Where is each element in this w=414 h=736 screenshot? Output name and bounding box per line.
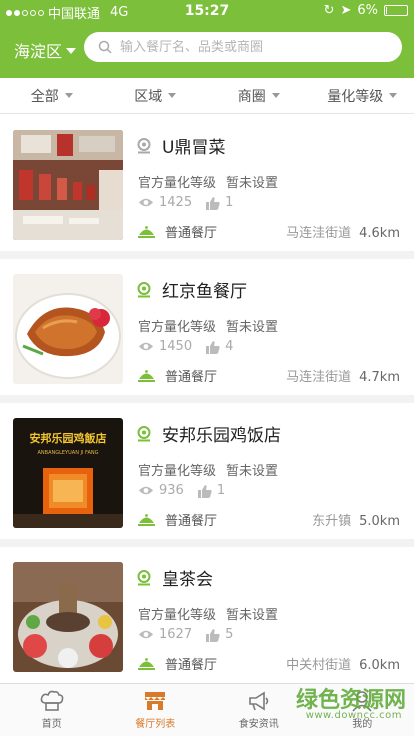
view-count: 1627 xyxy=(159,627,193,642)
thumbs-up-icon xyxy=(206,628,220,642)
restaurant-name: 安邦乐园鸡饭店 xyxy=(162,426,281,446)
grade-label: 官方量化等级 xyxy=(138,608,217,623)
thumbs-up-icon xyxy=(197,484,212,498)
megaphone-icon xyxy=(248,691,269,711)
chevron-down-icon xyxy=(271,93,280,98)
restaurant-list-item[interactable]: 红京鱼餐厅 官方量化等级 暂未设置 1450 4 普通餐厅 马连洼街道 4.7km xyxy=(0,259,414,395)
restaurant-pin-icon xyxy=(137,281,151,297)
restaurant-pin-icon xyxy=(137,137,151,153)
eye-icon xyxy=(139,486,153,495)
thumbs-up-icon xyxy=(206,340,220,354)
bottom-tab-bar: 首页 餐厅列表 食安资讯 我的 xyxy=(0,683,414,736)
rotation-lock-icon: ↻ xyxy=(323,3,335,18)
eye-icon xyxy=(139,198,153,207)
view-count: 1450 xyxy=(159,339,193,354)
shop-sign-subtitle: ANBANGLEYUAN JI FANG xyxy=(37,450,98,456)
filter-label: 全部 xyxy=(30,88,59,105)
filter-bar: 全部 区域 商圈 量化等级 xyxy=(0,78,414,114)
filter-all[interactable]: 全部 xyxy=(0,86,104,106)
restaurant-photo xyxy=(13,562,123,672)
eye-icon xyxy=(139,342,153,351)
grade-value: 暂未设置 xyxy=(226,176,279,191)
grade-label: 官方量化等级 xyxy=(138,464,217,479)
grade-label: 官方量化等级 xyxy=(138,176,217,191)
like-count: 5 xyxy=(225,627,234,642)
tab-home[interactable]: 首页 xyxy=(0,684,104,736)
dish-cover-icon xyxy=(138,370,155,382)
thumbs-up-icon xyxy=(206,196,220,210)
restaurant-photo xyxy=(13,274,123,384)
filter-area[interactable]: 区域 xyxy=(104,86,208,106)
restaurant-list-item[interactable]: U鼎冒菜 官方量化等级 暂未设置 1425 1 普通餐厅 马连洼街道 4.6km xyxy=(0,115,414,251)
like-count: 1 xyxy=(225,195,234,210)
restaurant-type: 普通餐厅 xyxy=(165,658,218,673)
tab-profile[interactable]: 我的 xyxy=(311,684,414,736)
status-bar: 中国联通 4G 15:27 ↻ ➤ 6% xyxy=(0,0,414,22)
district-selector[interactable]: 海淀区 xyxy=(14,38,77,62)
grade-value: 暂未设置 xyxy=(226,320,279,335)
chevron-down-icon xyxy=(168,93,177,98)
like-count: 1 xyxy=(216,483,226,498)
distance: 6.0km xyxy=(359,658,400,673)
restaurant-photo xyxy=(13,130,123,240)
filter-label: 区域 xyxy=(134,88,163,105)
distance: 4.6km xyxy=(359,226,400,241)
restaurant-pin-icon xyxy=(137,569,151,585)
street-name: 东升镇 xyxy=(312,514,352,529)
app-header: 中国联通 4G 15:27 ↻ ➤ 6% 海淀区 xyxy=(0,0,414,78)
dish-cover-icon xyxy=(138,226,155,238)
chevron-down-icon xyxy=(389,93,398,98)
dish-cover-icon xyxy=(138,658,155,670)
restaurant-name: 皇茶会 xyxy=(162,570,213,590)
battery-percent: 6% xyxy=(357,3,378,18)
grade-value: 暂未设置 xyxy=(226,464,279,479)
dish-cover-icon xyxy=(138,514,155,526)
search-icon xyxy=(98,40,112,54)
filter-business-district[interactable]: 商圈 xyxy=(207,86,311,106)
chef-hat-icon xyxy=(40,690,64,711)
location-arrow-icon: ➤ xyxy=(340,3,352,18)
grade-value: 暂未设置 xyxy=(226,608,279,623)
profile-icon xyxy=(352,691,372,712)
view-count: 936 xyxy=(159,483,184,498)
filter-label: 量化等级 xyxy=(327,88,384,105)
battery-icon xyxy=(384,5,408,16)
restaurant-type: 普通餐厅 xyxy=(165,226,218,241)
restaurant-list-icon xyxy=(145,692,166,710)
tab-restaurant-list[interactable]: 餐厅列表 xyxy=(104,684,208,736)
street-name: 中关村街道 xyxy=(286,658,352,673)
distance: 4.7km xyxy=(359,370,400,385)
filter-grade[interactable]: 量化等级 xyxy=(311,86,414,106)
street-name: 马连洼街道 xyxy=(286,370,352,385)
restaurant-type: 普通餐厅 xyxy=(165,514,218,529)
tab-label: 食安资讯 xyxy=(238,719,279,730)
grade-label: 官方量化等级 xyxy=(138,320,217,335)
restaurant-list[interactable]: U鼎冒菜 官方量化等级暂未设置 1425 1 普通餐厅 马连洼街道4.6km xyxy=(0,115,414,683)
restaurant-pin-icon xyxy=(137,425,151,441)
tab-label: 首页 xyxy=(41,719,62,730)
district-label: 海淀区 xyxy=(14,42,63,61)
view-count: 1425 xyxy=(159,195,193,210)
tab-label: 餐厅列表 xyxy=(135,719,176,730)
restaurant-list-item[interactable]: 安邦乐园鸡飯店 ANBANGLEYUAN JI FANG 安邦乐园鸡饭店 官方量… xyxy=(0,403,414,539)
shop-sign-title: 安邦乐园鸡飯店 xyxy=(30,431,107,445)
filter-label: 商圈 xyxy=(237,88,266,105)
search-input[interactable] xyxy=(120,39,390,55)
distance: 5.0km xyxy=(359,514,400,529)
restaurant-name: 红京鱼餐厅 xyxy=(162,282,247,302)
chevron-down-icon xyxy=(66,48,77,54)
tab-food-safety-news[interactable]: 食安资讯 xyxy=(207,684,311,736)
chevron-down-icon xyxy=(64,93,73,98)
search-box[interactable] xyxy=(84,32,402,62)
restaurant-type: 普通餐厅 xyxy=(165,370,218,385)
eye-icon xyxy=(139,630,153,639)
like-count: 4 xyxy=(225,339,234,354)
tab-label: 我的 xyxy=(352,719,373,730)
restaurant-list-item[interactable]: 皇茶会 官方量化等级 暂未设置 1627 5 普通餐厅 中关村街道 6.0km xyxy=(0,547,414,683)
restaurant-name: U鼎冒菜 xyxy=(162,138,226,158)
restaurant-photo: 安邦乐园鸡飯店 ANBANGLEYUAN JI FANG xyxy=(13,418,123,528)
street-name: 马连洼街道 xyxy=(286,226,352,241)
